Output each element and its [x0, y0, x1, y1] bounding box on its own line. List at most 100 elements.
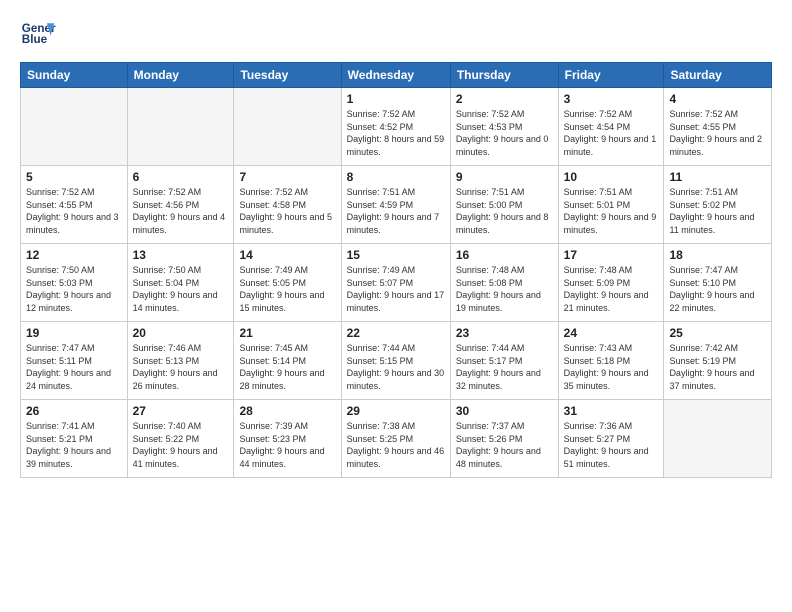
- calendar-cell: 31 Sunrise: 7:36 AM Sunset: 5:27 PM Dayli…: [558, 400, 664, 478]
- weekday-header-thursday: Thursday: [450, 63, 558, 88]
- day-info: Sunrise: 7:41 AM Sunset: 5:21 PM Dayligh…: [26, 420, 122, 470]
- week-row-4: 19Sunrise: 7:47 AM Sunset: 5:11 PM Dayli…: [21, 322, 772, 400]
- calendar-cell: 26 Sunrise: 7:41 AM Sunset: 5:21 PM Dayli…: [21, 400, 128, 478]
- day-number: 4: [669, 92, 766, 106]
- day-number: 18: [669, 248, 766, 262]
- day-info: Sunrise: 7:46 AM Sunset: 5:13 PM Dayligh…: [133, 342, 229, 392]
- day-number: 22: [347, 326, 445, 340]
- day-number: 6: [133, 170, 229, 184]
- calendar-cell: 13 Sunrise: 7:50 AM Sunset: 5:04 PM Dayli…: [127, 244, 234, 322]
- calendar-cell: 29 Sunrise: 7:38 AM Sunset: 5:25 PM Dayli…: [341, 400, 450, 478]
- calendar-cell: 10 Sunrise: 7:51 AM Sunset: 5:01 PM Dayli…: [558, 166, 664, 244]
- day-info: Sunrise: 7:52 AM Sunset: 4:56 PM Dayligh…: [133, 186, 229, 236]
- day-number: 5: [26, 170, 122, 184]
- page: General Blue SundayMondayTuesdayWednesda…: [0, 0, 792, 612]
- calendar-cell: 28 Sunrise: 7:39 AM Sunset: 5:23 PM Dayli…: [234, 400, 341, 478]
- calendar-cell: [664, 400, 772, 478]
- day-info: Sunrise: 7:48 AM Sunset: 5:09 PM Dayligh…: [564, 264, 659, 314]
- calendar-table: SundayMondayTuesdayWednesdayThursdayFrid…: [20, 62, 772, 478]
- calendar-cell: [127, 88, 234, 166]
- day-number: 11: [669, 170, 766, 184]
- calendar-cell: 5 Sunrise: 7:52 AM Sunset: 4:55 PM Daylig…: [21, 166, 128, 244]
- day-info: Sunrise: 7:38 AM Sunset: 5:25 PM Dayligh…: [347, 420, 445, 470]
- day-info: Sunrise: 7:52 AM Sunset: 4:54 PM Dayligh…: [564, 108, 659, 158]
- day-info: Sunrise: 7:37 AM Sunset: 5:26 PM Dayligh…: [456, 420, 553, 470]
- week-row-2: 5 Sunrise: 7:52 AM Sunset: 4:55 PM Daylig…: [21, 166, 772, 244]
- calendar-cell: 3 Sunrise: 7:52 AM Sunset: 4:54 PM Daylig…: [558, 88, 664, 166]
- day-info: Sunrise: 7:44 AM Sunset: 5:15 PM Dayligh…: [347, 342, 445, 392]
- day-info: Sunrise: 7:52 AM Sunset: 4:53 PM Dayligh…: [456, 108, 553, 158]
- calendar-cell: 8 Sunrise: 7:51 AM Sunset: 4:59 PM Daylig…: [341, 166, 450, 244]
- calendar-cell: 1Sunrise: 7:52 AM Sunset: 4:52 PM Daylig…: [341, 88, 450, 166]
- calendar-cell: 2 Sunrise: 7:52 AM Sunset: 4:53 PM Daylig…: [450, 88, 558, 166]
- calendar-cell: [21, 88, 128, 166]
- weekday-header-friday: Friday: [558, 63, 664, 88]
- week-row-5: 26 Sunrise: 7:41 AM Sunset: 5:21 PM Dayli…: [21, 400, 772, 478]
- logo: General Blue: [20, 16, 56, 52]
- calendar-cell: 4 Sunrise: 7:52 AM Sunset: 4:55 PM Daylig…: [664, 88, 772, 166]
- day-number: 2: [456, 92, 553, 106]
- day-info: Sunrise: 7:40 AM Sunset: 5:22 PM Dayligh…: [133, 420, 229, 470]
- calendar-cell: 23Sunrise: 7:44 AM Sunset: 5:17 PM Dayli…: [450, 322, 558, 400]
- calendar-cell: 30 Sunrise: 7:37 AM Sunset: 5:26 PM Dayli…: [450, 400, 558, 478]
- day-number: 15: [347, 248, 445, 262]
- day-number: 7: [239, 170, 335, 184]
- calendar-cell: 25 Sunrise: 7:42 AM Sunset: 5:19 PM Dayli…: [664, 322, 772, 400]
- day-number: 14: [239, 248, 335, 262]
- day-info: Sunrise: 7:36 AM Sunset: 5:27 PM Dayligh…: [564, 420, 659, 470]
- day-info: Sunrise: 7:44 AM Sunset: 5:17 PM Dayligh…: [456, 342, 553, 392]
- header: General Blue: [20, 16, 772, 52]
- day-number: 20: [133, 326, 229, 340]
- svg-text:Blue: Blue: [22, 33, 48, 46]
- week-row-1: 1Sunrise: 7:52 AM Sunset: 4:52 PM Daylig…: [21, 88, 772, 166]
- day-info: Sunrise: 7:51 AM Sunset: 4:59 PM Dayligh…: [347, 186, 445, 236]
- day-number: 30: [456, 404, 553, 418]
- day-info: Sunrise: 7:49 AM Sunset: 5:05 PM Dayligh…: [239, 264, 335, 314]
- day-number: 13: [133, 248, 229, 262]
- day-info: Sunrise: 7:42 AM Sunset: 5:19 PM Dayligh…: [669, 342, 766, 392]
- calendar-cell: 6 Sunrise: 7:52 AM Sunset: 4:56 PM Daylig…: [127, 166, 234, 244]
- day-number: 12: [26, 248, 122, 262]
- day-number: 3: [564, 92, 659, 106]
- day-info: Sunrise: 7:47 AM Sunset: 5:10 PM Dayligh…: [669, 264, 766, 314]
- day-number: 27: [133, 404, 229, 418]
- calendar-cell: 15 Sunrise: 7:49 AM Sunset: 5:07 PM Dayli…: [341, 244, 450, 322]
- calendar-cell: [234, 88, 341, 166]
- calendar-cell: 11 Sunrise: 7:51 AM Sunset: 5:02 PM Dayli…: [664, 166, 772, 244]
- day-number: 10: [564, 170, 659, 184]
- day-number: 16: [456, 248, 553, 262]
- day-number: 19: [26, 326, 122, 340]
- day-info: Sunrise: 7:49 AM Sunset: 5:07 PM Dayligh…: [347, 264, 445, 314]
- day-number: 28: [239, 404, 335, 418]
- logo-icon: General Blue: [20, 16, 56, 52]
- day-info: Sunrise: 7:50 AM Sunset: 5:04 PM Dayligh…: [133, 264, 229, 314]
- day-number: 26: [26, 404, 122, 418]
- day-number: 31: [564, 404, 659, 418]
- day-info: Sunrise: 7:51 AM Sunset: 5:00 PM Dayligh…: [456, 186, 553, 236]
- day-number: 8: [347, 170, 445, 184]
- day-number: 21: [239, 326, 335, 340]
- day-number: 9: [456, 170, 553, 184]
- day-info: Sunrise: 7:51 AM Sunset: 5:01 PM Dayligh…: [564, 186, 659, 236]
- weekday-header-saturday: Saturday: [664, 63, 772, 88]
- calendar-cell: 19Sunrise: 7:47 AM Sunset: 5:11 PM Dayli…: [21, 322, 128, 400]
- day-info: Sunrise: 7:52 AM Sunset: 4:55 PM Dayligh…: [669, 108, 766, 158]
- weekday-header-wednesday: Wednesday: [341, 63, 450, 88]
- day-info: Sunrise: 7:51 AM Sunset: 5:02 PM Dayligh…: [669, 186, 766, 236]
- calendar-cell: 21Sunrise: 7:45 AM Sunset: 5:14 PM Dayli…: [234, 322, 341, 400]
- calendar-cell: 14 Sunrise: 7:49 AM Sunset: 5:05 PM Dayli…: [234, 244, 341, 322]
- day-info: Sunrise: 7:39 AM Sunset: 5:23 PM Dayligh…: [239, 420, 335, 470]
- weekday-header-row: SundayMondayTuesdayWednesdayThursdayFrid…: [21, 63, 772, 88]
- calendar-cell: 9 Sunrise: 7:51 AM Sunset: 5:00 PM Daylig…: [450, 166, 558, 244]
- day-number: 29: [347, 404, 445, 418]
- calendar-cell: 20 Sunrise: 7:46 AM Sunset: 5:13 PM Dayli…: [127, 322, 234, 400]
- day-info: Sunrise: 7:52 AM Sunset: 4:55 PM Dayligh…: [26, 186, 122, 236]
- calendar-cell: 16Sunrise: 7:48 AM Sunset: 5:08 PM Dayli…: [450, 244, 558, 322]
- calendar-cell: 12Sunrise: 7:50 AM Sunset: 5:03 PM Dayli…: [21, 244, 128, 322]
- day-number: 25: [669, 326, 766, 340]
- weekday-header-monday: Monday: [127, 63, 234, 88]
- weekday-header-tuesday: Tuesday: [234, 63, 341, 88]
- day-number: 17: [564, 248, 659, 262]
- day-info: Sunrise: 7:43 AM Sunset: 5:18 PM Dayligh…: [564, 342, 659, 392]
- day-info: Sunrise: 7:52 AM Sunset: 4:52 PM Dayligh…: [347, 108, 445, 158]
